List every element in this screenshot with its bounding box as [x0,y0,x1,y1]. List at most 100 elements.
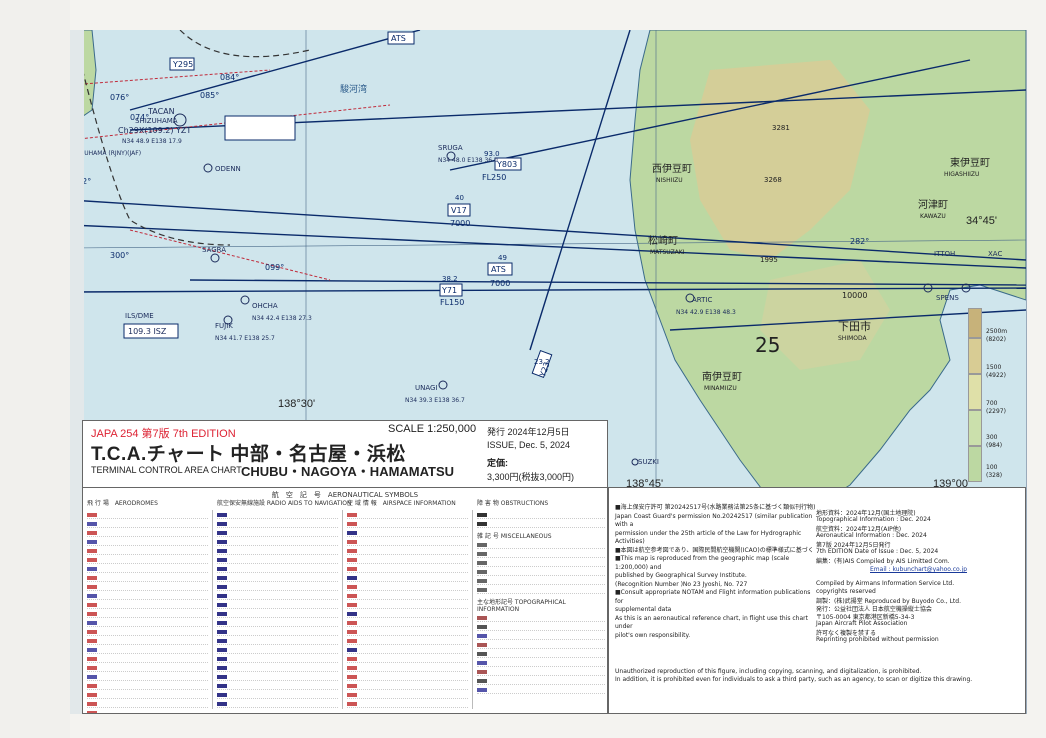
height-band-4 [968,410,982,446]
note-5: ■This map is reproduced from the geograp… [615,555,817,572]
route-ATS-dist: 49 [498,254,507,262]
pub-line-10: copyrights reserved [816,588,876,595]
note-7: (Recognition Number )No 23 Jyoshi, No. 7… [615,581,817,590]
place-higashiizu: 東伊豆町 [950,156,990,169]
issue-ja: 発行 2024年12月5日 [487,425,570,438]
chart-scale: SCALE 1:250,000 [388,423,476,435]
pub-line-16: Reprinting prohibited without permission [816,636,939,643]
route-ATS-alt: 7000 [490,279,510,288]
legend-radio: 航空保安無線施設 RADIO AIDS TO NAVIGATION [213,510,343,709]
height-band-5 [968,446,982,482]
place-shimoda-en: SHIMODA [838,335,868,342]
route-Y71-dist: 38.2 [442,275,458,283]
height-label-2500: 2500m [986,328,1007,335]
binding-margin [0,0,70,738]
fix-sagra: SAGRA [202,246,226,254]
navaid-tacan-coord: N34 48.9 E138 17.9 [122,138,182,145]
peak-3268: 3268 [764,176,782,184]
fix-ohcha: OHCHA [252,302,278,310]
pub-line-4: Aeronautical Information : Dec. 2024 [816,532,927,539]
legend-obstructions-title: 障 害 物 OBSTRUCTIONS [477,498,548,507]
issue-en: ISSUE, Dec. 5, 2024 [487,440,570,450]
ils-freq: 109.3 ISZ [128,327,167,336]
bearing-076: 076° [110,93,129,102]
place-kawazu-en: KAWAZU [920,213,946,220]
note-13: In addition, it is prohibited even for i… [615,676,1019,684]
peak-3281: 3281 [772,124,790,132]
height-label-300-ft: (984) [986,442,1002,449]
route-V17-dist: 40 [455,194,464,202]
legend-misc-title: 雑 記 号 MISCELLANEOUS [477,531,605,540]
fix-fujik-coord: N34 41.7 E138 25.7 [215,335,275,342]
bearing-300: 300° [110,251,129,260]
note-12: Unauthorized reproduction of this figure… [615,668,1019,676]
lat-34-45: 34°45' [966,215,997,227]
height-band-1 [968,308,982,338]
legend-radio-title: 航空保安無線施設 RADIO AIDS TO NAVIGATION [217,498,351,507]
grid-number: 25 [755,333,780,357]
fix-unagi-coord: N34 39.3 E138 36.7 [405,397,465,404]
place-nishiizu: 西伊豆町 [652,163,692,175]
route-ATS: ATS [491,265,506,274]
route-Y71-alt: FL150 [440,298,464,307]
legend-aerodromes: 飛 行 場 AERODROMES [83,510,213,709]
height-scale: 2500m (8202) 1500 (4922) 700 (2297) 300 … [964,308,1024,498]
navaid-tacan-label: TACAN [147,107,175,116]
note-9: supplemental data [615,606,817,615]
fix-spens: SPENS [936,294,959,302]
place-nishiizu-en: NISHIIZU [656,177,683,184]
fix-sruga: SRUGA [438,144,463,152]
legend-airspace: 空 域 情 報 AIRSPACE INFORMATION [343,510,473,709]
note-11: pilot's own responsibility. [615,632,817,641]
chart-subtitle: TERMINAL CONTROL AREA CHART [91,465,242,475]
fix-unagi: UNAGI [415,384,438,392]
fix-ohcha-coord: N34 42.4 E138 27.3 [252,315,312,322]
fix-artic-coord: N34 42.9 E138 48.3 [676,309,736,316]
place-kawazu: 河津町 [918,199,948,211]
legend-obstructions: 障 害 物 OBSTRUCTIONS 雑 記 号 MISCELLANEOUS 主… [473,510,608,709]
place-shimoda: 下田市 [838,319,871,333]
route-ATS-top: ATS [391,34,406,43]
fix-artic: ARTIC [692,296,712,304]
legend-panel: 航 空 記 号 AERONAUTICAL SYMBOLS 飛 行 場 AEROD… [82,487,608,714]
height-label-1500: 1500 [986,364,1001,371]
fix-ittoh: ITTOH [934,250,955,258]
bay-name: 駿河湾 [340,83,367,95]
route-V17-alt: 7000 [450,219,470,228]
map-page: Y803 FL250 93.0 V17 7000 40 ATS 7000 49 … [0,0,1046,738]
price-value: 3,300円(税抜3,000円) [487,470,574,483]
pub-line-7: 編集：(有)AIS Compiled by AIS Limitted Com. [816,556,950,565]
ils-dme: ILS/DME [125,312,154,320]
bearing-084: 084° [220,73,239,82]
bearing-085: 085° [200,91,219,100]
pub-email-link[interactable]: Email : kubunchart@yahoo.co.jp [870,566,967,573]
place-minamiizu: 南伊豆町 [702,370,742,383]
route-Y295: Y295 [172,60,193,69]
route-V17: V17 [451,206,467,215]
height-label-1500-ft: (4922) [986,372,1006,379]
route-Y23-dist: 23.2 [534,358,550,366]
place-minamiizu-en: MINAMIIZU [704,385,737,392]
note-4: ■本図は航空参考図であり、国際民間航空機関(ICAO)の標準様式に基づく [615,547,817,556]
height-label-100: 100 [986,464,997,471]
height-band-3 [968,374,982,410]
bearing-099: 099° [265,263,284,272]
legend-airspace-title: 空 域 情 報 AIRSPACE INFORMATION [347,498,456,507]
fix-suzki: SUZKI [638,458,659,466]
note-6: published by Geographical Survey Institu… [615,572,817,581]
route-Y803-alt: FL250 [482,173,506,182]
route-boxes [124,32,552,377]
height-label-700-ft: (2297) [986,408,1006,415]
bearing-282: 282° [850,237,869,246]
route-Y71: Y71 [441,286,457,295]
pub-line-9: Compiled by Airmans Information Service … [816,580,954,587]
place-higashiizu-en: HIGASHIIZU [944,171,979,178]
pub-line-14: Japan Aircraft Pilot Association [816,620,907,627]
fix-fujik: FUJIK [215,322,233,330]
height-label-2500-ft: (8202) [986,336,1006,343]
fix-sruga-coord: N34 48.0 E138 36.0 [438,157,498,164]
place-matsuzaki-en: MATSUZAKI [650,249,685,256]
fix-odenn: ODENN [215,165,241,173]
pub-line-6: 7th EDITION Date of Issue : Dec. 5, 2024 [816,548,938,555]
note-3: permission under the 25th article of the… [615,530,817,547]
